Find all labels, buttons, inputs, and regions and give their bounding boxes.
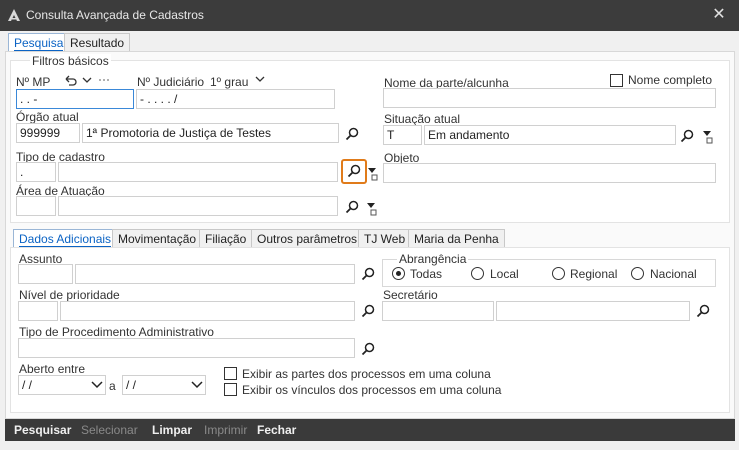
subtab-filiacao[interactable]: Filiação	[199, 229, 253, 247]
nmp-input[interactable]: . . -	[16, 89, 134, 109]
radio-local[interactable]	[471, 267, 484, 280]
exibir-partes-label: Exibir as partes dos processos em uma co…	[242, 367, 491, 381]
subtab-movimentacao-label: Movimentação	[118, 232, 197, 246]
area-atuacao-filter-icon[interactable]	[365, 201, 381, 217]
tipo-procedimento-label: Tipo de Procedimento Administrativo	[19, 325, 214, 339]
tipo-procedimento-search-icon[interactable]	[360, 341, 376, 357]
radio-regional-label: Regional	[570, 267, 618, 281]
title-bar: Consulta Avançada de Cadastros ✕	[0, 0, 739, 31]
tipo-cadastro-search-button[interactable]	[341, 159, 367, 184]
selecionar-button[interactable]: Selecionar	[81, 423, 138, 437]
subtab-filiacao-label: Filiação	[205, 232, 247, 246]
exibir-partes-checkbox[interactable]	[224, 367, 237, 380]
orgao-search-icon[interactable]	[344, 126, 360, 142]
assunto-name-input[interactable]	[75, 264, 355, 284]
tipo-cadastro-filter-icon[interactable]	[366, 166, 382, 182]
situacao-code-input[interactable]: T	[383, 125, 422, 145]
imprimir-button[interactable]: Imprimir	[204, 423, 247, 437]
date-to-chevron-down-icon[interactable]	[189, 377, 205, 393]
nivel-prioridade-label: Nível de prioridade	[19, 288, 120, 302]
nivel-prioridade-name-input[interactable]	[60, 301, 355, 321]
secretario-code-input[interactable]	[382, 301, 494, 321]
window-title: Consulta Avançada de Cadastros	[26, 8, 204, 22]
tipo-cadastro-code-input[interactable]: .	[16, 162, 56, 182]
filtros-basicos-label: Filtros básicos	[30, 54, 111, 68]
exibir-vinculos-label: Exibir os vínculos dos processos em uma …	[242, 383, 502, 397]
undo-icon[interactable]	[62, 72, 78, 88]
area-atuacao-search-icon[interactable]	[344, 199, 360, 215]
pesquisar-button[interactable]: Pesquisar	[14, 423, 71, 437]
radio-nacional-label: Nacional	[650, 267, 697, 281]
secretario-name-input[interactable]	[496, 301, 690, 321]
grau-chevron-down-icon[interactable]	[252, 71, 268, 87]
tipo-procedimento-input[interactable]	[18, 338, 355, 358]
nome-completo-label: Nome completo	[628, 73, 713, 87]
orgao-code-input[interactable]: 999999	[16, 123, 80, 143]
tab-pesquisa[interactable]: Pesquisa	[8, 33, 70, 51]
radio-nacional[interactable]	[631, 267, 644, 280]
app-logo-icon	[7, 8, 21, 22]
limpar-button[interactable]: Limpar	[152, 423, 192, 437]
secretario-search-icon[interactable]	[695, 303, 711, 319]
subtab-movimentacao[interactable]: Movimentação	[112, 229, 203, 247]
assunto-search-icon[interactable]	[360, 266, 376, 282]
subtab-tj-web[interactable]: TJ Web	[358, 229, 412, 247]
status-bar	[0, 441, 739, 450]
radio-regional[interactable]	[552, 267, 565, 280]
situacao-filter-icon[interactable]	[700, 128, 716, 144]
tab-resultado-label: Resultado	[70, 36, 125, 50]
orgao-atual-label: Órgão atual	[16, 110, 79, 124]
date-from-chevron-down-icon[interactable]	[89, 377, 105, 393]
chevron-down-icon[interactable]	[79, 72, 95, 88]
subtab-outros-parametros-label: Outros parâmetros	[257, 232, 358, 246]
subtab-dados-adicionais[interactable]: Dados Adicionais	[13, 229, 118, 247]
nome-parte-input[interactable]	[383, 88, 716, 108]
nivel-prioridade-code-input[interactable]	[18, 301, 58, 321]
date-separator: a	[109, 379, 116, 393]
fechar-button[interactable]: Fechar	[257, 423, 296, 437]
tipo-cadastro-name-input[interactable]	[58, 162, 338, 182]
orgao-name-input[interactable]: 1ª Promotoria de Justiça de Testes	[82, 123, 339, 143]
close-icon[interactable]: ✕	[709, 5, 729, 25]
more-icon[interactable]	[96, 72, 112, 88]
tipo-cadastro-search-icon	[346, 163, 362, 179]
abrangencia-label: Abrangência	[397, 252, 469, 266]
njud-label: Nº Judiciário	[137, 75, 205, 89]
radio-todas[interactable]	[392, 267, 405, 280]
radio-local-label: Local	[490, 267, 519, 281]
situacao-search-icon[interactable]	[679, 128, 695, 144]
exibir-vinculos-checkbox[interactable]	[224, 383, 237, 396]
objeto-input[interactable]	[383, 163, 716, 183]
aberto-entre-label: Aberto entre	[19, 362, 86, 376]
situacao-atual-label: Situação atual	[384, 112, 461, 126]
grau-label: 1º grau	[210, 75, 249, 89]
action-bar: Pesquisar Selecionar Limpar Imprimir Fec…	[5, 419, 735, 441]
radio-todas-label: Todas	[410, 267, 443, 281]
area-atuacao-code-input[interactable]	[16, 196, 56, 216]
tab-pesquisa-label: Pesquisa	[14, 36, 64, 51]
nivel-prioridade-search-icon[interactable]	[360, 303, 376, 319]
subtab-outros-parametros[interactable]: Outros parâmetros	[251, 229, 364, 247]
tab-resultado[interactable]: Resultado	[64, 33, 131, 51]
situacao-name-input[interactable]: Em andamento	[424, 125, 676, 145]
nome-completo-checkbox[interactable]	[610, 74, 623, 87]
subtab-tj-web-label: TJ Web	[364, 232, 406, 246]
secretario-label: Secretário	[383, 288, 438, 302]
subtab-dados-adicionais-label: Dados Adicionais	[19, 232, 112, 247]
area-atuacao-name-input[interactable]	[58, 196, 338, 216]
subtab-maria-da-penha[interactable]: Maria da Penha	[408, 229, 505, 247]
njud-input[interactable]: - . . . . /	[136, 89, 335, 109]
nmp-label: Nº MP	[16, 75, 51, 89]
assunto-code-input[interactable]	[18, 264, 73, 284]
subtab-maria-da-penha-label: Maria da Penha	[414, 232, 499, 246]
